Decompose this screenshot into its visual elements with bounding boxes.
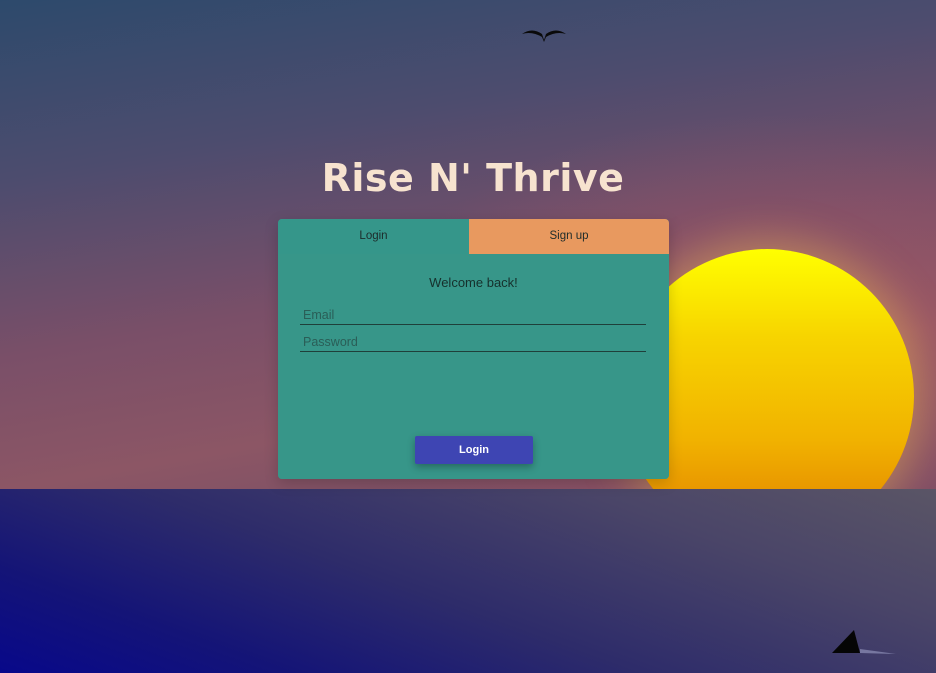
welcome-heading: Welcome back! (429, 275, 518, 290)
app-title: Rise N' Thrive (321, 156, 625, 200)
auth-tabs: Login Sign up (278, 219, 669, 254)
bird-icon (522, 30, 566, 42)
tab-login[interactable]: Login (278, 219, 469, 254)
email-field[interactable] (300, 305, 646, 325)
password-field[interactable] (300, 332, 646, 352)
auth-card: Login Sign up Welcome back! Login (278, 219, 669, 479)
sea-illustration (0, 489, 936, 673)
login-button[interactable]: Login (415, 436, 533, 464)
shark-fin-icon (832, 630, 896, 654)
login-form: Welcome back! Login (278, 254, 669, 479)
tab-signup[interactable]: Sign up (469, 219, 669, 254)
background-scene: Rise N' Thrive Login Sign up Welcome bac… (0, 0, 936, 673)
